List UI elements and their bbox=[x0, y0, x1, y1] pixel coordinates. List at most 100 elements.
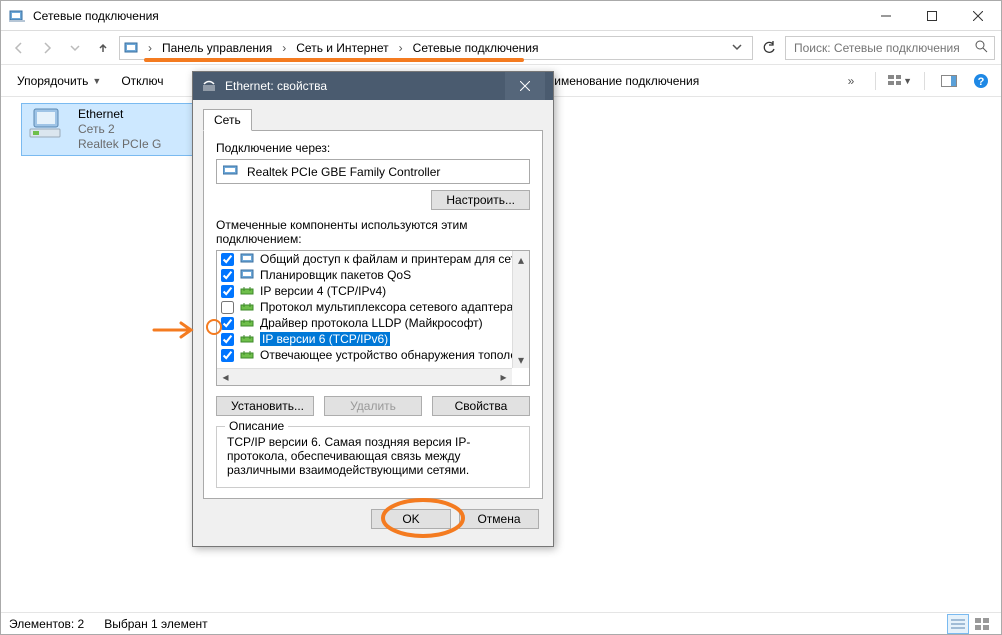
organize-button[interactable]: Упорядочить▼ bbox=[9, 70, 109, 92]
search-input[interactable] bbox=[792, 40, 968, 56]
protocol-icon bbox=[240, 333, 256, 345]
breadcrumb-item[interactable]: Сетевые подключения bbox=[407, 39, 545, 57]
scroll-down-button[interactable]: ▾ bbox=[513, 351, 529, 368]
protocol-icon bbox=[240, 285, 256, 297]
nav-bar: › Панель управления › Сеть и Интернет › … bbox=[1, 31, 1001, 65]
dialog-title-bar: Ethernet: свойства bbox=[193, 72, 553, 100]
dialog-close-button[interactable] bbox=[505, 72, 545, 100]
minimize-button[interactable] bbox=[863, 1, 909, 31]
chevron-right-icon[interactable]: › bbox=[280, 41, 288, 55]
forward-button[interactable] bbox=[35, 36, 59, 60]
address-dropdown[interactable] bbox=[726, 41, 748, 55]
component-checkbox[interactable] bbox=[221, 333, 234, 346]
maximize-button[interactable] bbox=[909, 1, 955, 31]
component-checkbox[interactable] bbox=[221, 285, 234, 298]
component-label: Отвечающее устройство обнаружения тополо… bbox=[260, 348, 512, 362]
search-icon[interactable] bbox=[974, 39, 988, 56]
component-row[interactable]: Планировщик пакетов QoS bbox=[217, 267, 512, 283]
network-icon bbox=[201, 77, 217, 96]
chevron-right-icon[interactable]: › bbox=[397, 41, 405, 55]
tab-network[interactable]: Сеть bbox=[203, 109, 252, 131]
protocol-icon bbox=[240, 317, 256, 329]
connection-name: Ethernet bbox=[78, 107, 161, 122]
protocol-icon bbox=[240, 301, 256, 313]
adapter-box: Realtek PCIe GBE Family Controller bbox=[216, 159, 530, 184]
up-button[interactable] bbox=[91, 36, 115, 60]
component-row[interactable]: Драйвер протокола LLDP (Майкрософт) bbox=[217, 315, 512, 331]
ok-button[interactable]: OK bbox=[371, 509, 451, 529]
back-button[interactable] bbox=[7, 36, 31, 60]
monitor-icon bbox=[240, 253, 256, 265]
location-icon bbox=[124, 40, 140, 56]
app-icon bbox=[9, 8, 25, 24]
component-checkbox[interactable] bbox=[221, 349, 234, 362]
rename-connection-button[interactable]: еименование подключения bbox=[540, 70, 708, 92]
network-adapter-icon bbox=[28, 107, 68, 143]
breadcrumb-item[interactable]: Панель управления bbox=[156, 39, 278, 57]
component-row[interactable]: Отвечающее устройство обнаружения тополо… bbox=[217, 347, 512, 363]
cancel-button[interactable]: Отмена bbox=[459, 509, 539, 529]
properties-button[interactable]: Свойства bbox=[432, 396, 530, 416]
search-box[interactable] bbox=[785, 36, 995, 60]
install-button[interactable]: Установить... bbox=[216, 396, 314, 416]
scroll-left-button[interactable]: ◂ bbox=[217, 369, 234, 385]
svg-text:?: ? bbox=[978, 76, 985, 88]
tab-body: Подключение через: Realtek PCIe GBE Fami… bbox=[203, 130, 543, 499]
details-view-icon[interactable] bbox=[947, 614, 969, 634]
connection-adapter: Realtek PCIe G bbox=[78, 137, 161, 152]
uninstall-button[interactable]: Удалить bbox=[324, 396, 422, 416]
window-title: Сетевые подключения bbox=[33, 9, 159, 23]
refresh-button[interactable] bbox=[757, 36, 781, 60]
vertical-scrollbar[interactable]: ▴ ▾ bbox=[512, 251, 529, 368]
status-bar: Элементов: 2 Выбран 1 элемент bbox=[1, 612, 1001, 634]
disable-device-button[interactable]: Отключ bbox=[113, 70, 171, 92]
properties-dialog: Ethernet: свойства Сеть Подключение чере… bbox=[192, 71, 554, 547]
description-label: Описание bbox=[225, 419, 288, 433]
components-label: Отмеченные компоненты используются этим … bbox=[216, 218, 530, 246]
status-selected: Выбран 1 элемент bbox=[104, 617, 207, 631]
protocol-icon bbox=[240, 349, 256, 361]
component-checkbox[interactable] bbox=[221, 301, 234, 314]
dialog-title: Ethernet: свойства bbox=[225, 79, 327, 93]
description-group: Описание TCP/IP версии 6. Самая поздняя … bbox=[216, 426, 530, 488]
connection-network: Сеть 2 bbox=[78, 122, 161, 137]
component-checkbox[interactable] bbox=[221, 317, 234, 330]
component-row[interactable]: IP версии 4 (TCP/IPv4) bbox=[217, 283, 512, 299]
scroll-up-button[interactable]: ▴ bbox=[513, 251, 529, 268]
component-checkbox[interactable] bbox=[221, 269, 234, 282]
description-text: TCP/IP версии 6. Самая поздняя версия IP… bbox=[227, 435, 519, 477]
explorer-window: Сетевые подключения › Панель управления … bbox=[0, 0, 1002, 635]
component-label: Драйвер протокола LLDP (Майкрософт) bbox=[260, 316, 483, 330]
component-row[interactable]: Общий доступ к файлам и принтерам для се… bbox=[217, 251, 512, 267]
scroll-right-button[interactable]: ▸ bbox=[495, 369, 512, 385]
close-button[interactable] bbox=[955, 1, 1001, 31]
monitor-icon bbox=[240, 269, 256, 281]
component-row[interactable]: IP версии 6 (TCP/IPv6) bbox=[217, 331, 512, 347]
tab-row: Сеть bbox=[193, 100, 553, 130]
component-label: Протокол мультиплексора сетевого адаптер… bbox=[260, 300, 512, 314]
status-elements: Элементов: 2 bbox=[9, 617, 84, 631]
preview-pane-button[interactable] bbox=[937, 69, 961, 93]
component-label: IP версии 6 (TCP/IPv6) bbox=[260, 332, 390, 346]
chevron-right-icon[interactable]: › bbox=[146, 41, 154, 55]
help-button[interactable]: ? bbox=[969, 69, 993, 93]
component-row[interactable]: Протокол мультиплексора сетевого адаптер… bbox=[217, 299, 512, 315]
recent-button[interactable] bbox=[63, 36, 87, 60]
component-label: Общий доступ к файлам и принтерам для се… bbox=[260, 252, 512, 266]
adapter-icon bbox=[223, 164, 239, 179]
component-checkbox[interactable] bbox=[221, 253, 234, 266]
annotation-underline bbox=[144, 58, 524, 62]
address-bar[interactable]: › Панель управления › Сеть и Интернет › … bbox=[119, 36, 753, 60]
breadcrumb-item[interactable]: Сеть и Интернет bbox=[290, 39, 394, 57]
adapter-name: Realtek PCIe GBE Family Controller bbox=[247, 165, 440, 179]
view-options-button[interactable]: ▼ bbox=[888, 69, 912, 93]
component-label: Планировщик пакетов QoS bbox=[260, 268, 411, 282]
components-list: Общий доступ к файлам и принтерам для се… bbox=[216, 250, 530, 386]
horizontal-scrollbar[interactable]: ◂ ▸ bbox=[217, 368, 512, 385]
title-bar: Сетевые подключения bbox=[1, 1, 1001, 31]
configure-button[interactable]: Настроить... bbox=[431, 190, 530, 210]
more-button[interactable]: » bbox=[839, 69, 863, 93]
connect-via-label: Подключение через: bbox=[216, 141, 530, 155]
component-label: IP версии 4 (TCP/IPv4) bbox=[260, 284, 386, 298]
large-icons-view-icon[interactable] bbox=[971, 614, 993, 634]
